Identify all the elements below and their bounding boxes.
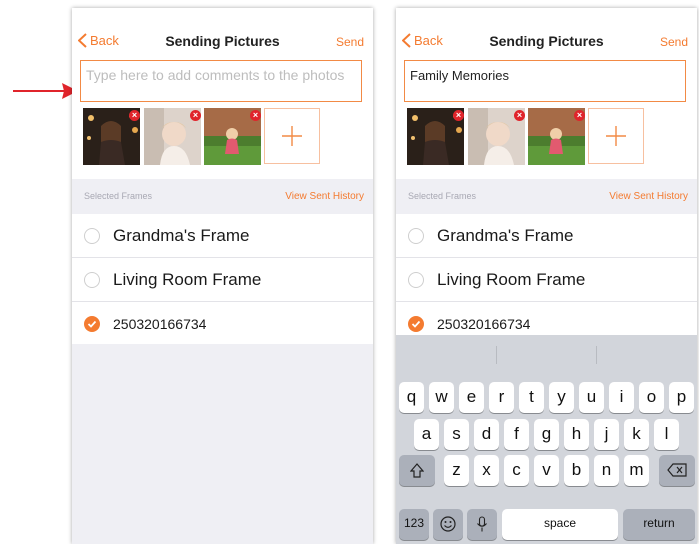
view-sent-history-link[interactable]: View Sent History [609, 191, 688, 202]
backspace-icon [667, 463, 687, 477]
send-button[interactable]: Send [336, 35, 364, 49]
frame-name: Living Room Frame [437, 270, 586, 289]
key-t[interactable]: t [519, 382, 544, 413]
navigation-bar: Back Sending Pictures Send [396, 8, 697, 60]
comment-input[interactable]: Family Memories [404, 60, 686, 102]
shift-icon [409, 463, 425, 478]
photo-thumbnail[interactable]: × [83, 108, 140, 165]
frame-row[interactable]: Living Room Frame [72, 258, 373, 302]
key-f[interactable]: f [504, 419, 529, 450]
section-header: Selected Frames View Sent History [396, 179, 697, 214]
key-d[interactable]: d [474, 419, 499, 450]
key-w[interactable]: w [429, 382, 454, 413]
radio-unchecked-icon[interactable] [84, 228, 100, 244]
photo-thumbnail[interactable]: × [144, 108, 201, 165]
frame-row[interactable]: Living Room Frame [396, 258, 697, 302]
predictive-divider [596, 346, 597, 364]
frame-name: Grandma's Frame [437, 226, 574, 245]
key-k[interactable]: k [624, 419, 649, 450]
backspace-key[interactable] [659, 455, 695, 486]
radio-unchecked-icon[interactable] [408, 228, 424, 244]
key-v[interactable]: v [534, 455, 559, 486]
dictation-key[interactable] [467, 509, 497, 540]
plus-icon [606, 126, 626, 146]
emoji-icon [440, 516, 456, 532]
frame-row[interactable]: Grandma's Frame [72, 214, 373, 258]
return-key[interactable]: return [623, 509, 695, 540]
predictive-text-bar[interactable] [396, 335, 697, 372]
key-g[interactable]: g [534, 419, 559, 450]
space-key[interactable]: space [502, 509, 618, 540]
key-i[interactable]: i [609, 382, 634, 413]
key-m[interactable]: m [624, 455, 649, 486]
remove-photo-button[interactable]: × [574, 110, 585, 121]
key-p[interactable]: p [669, 382, 694, 413]
frame-name: 250320166734 [437, 316, 531, 332]
frame-name: Grandma's Frame [113, 226, 250, 245]
key-y[interactable]: y [549, 382, 574, 413]
key-a[interactable]: a [414, 419, 439, 450]
key-l[interactable]: l [654, 419, 679, 450]
view-sent-history-link[interactable]: View Sent History [285, 191, 364, 202]
radio-checked-icon[interactable] [408, 316, 424, 332]
section-header: Selected Frames View Sent History [72, 179, 373, 214]
photo-thumbnail[interactable]: × [204, 108, 261, 165]
send-button[interactable]: Send [660, 35, 688, 49]
key-x[interactable]: x [474, 455, 499, 486]
frame-row[interactable]: Grandma's Frame [396, 214, 697, 258]
add-photo-button[interactable] [264, 108, 320, 164]
microphone-icon [477, 516, 487, 532]
remove-photo-button[interactable]: × [190, 110, 201, 121]
key-c[interactable]: c [504, 455, 529, 486]
comment-input[interactable]: Type here to add comments to the photos [80, 60, 362, 102]
radio-unchecked-icon[interactable] [408, 272, 424, 288]
key-u[interactable]: u [579, 382, 604, 413]
shift-key[interactable] [399, 455, 435, 486]
remove-photo-button[interactable]: × [453, 110, 464, 121]
key-b[interactable]: b [564, 455, 589, 486]
photo-thumbnail[interactable]: × [468, 108, 525, 165]
frame-row[interactable]: 250320166734 [396, 302, 697, 338]
numbers-key[interactable]: 123 [399, 509, 429, 540]
add-photo-button[interactable] [588, 108, 644, 164]
remove-photo-button[interactable]: × [514, 110, 525, 121]
section-label: Selected Frames [408, 191, 477, 201]
remove-photo-button[interactable]: × [250, 110, 261, 121]
key-q[interactable]: q [399, 382, 424, 413]
key-z[interactable]: z [444, 455, 469, 486]
key-j[interactable]: j [594, 419, 619, 450]
left-screen: Back Sending Pictures Send Type here to … [72, 8, 373, 544]
frame-name: 250320166734 [113, 316, 207, 332]
predictive-divider [496, 346, 497, 364]
page-title: Sending Pictures [489, 33, 604, 49]
right-screen: Back Sending Pictures Send Family Memori… [396, 8, 697, 544]
remove-photo-button[interactable]: × [129, 110, 140, 121]
frame-row[interactable]: 250320166734 [72, 302, 373, 346]
radio-checked-icon[interactable] [84, 316, 100, 332]
key-o[interactable]: o [639, 382, 664, 413]
page-title: Sending Pictures [165, 33, 280, 49]
emoji-key[interactable] [433, 509, 463, 540]
key-e[interactable]: e [459, 382, 484, 413]
radio-unchecked-icon[interactable] [84, 272, 100, 288]
key-n[interactable]: n [594, 455, 619, 486]
key-s[interactable]: s [444, 419, 469, 450]
annotation-arrow [13, 83, 78, 99]
section-label: Selected Frames [84, 191, 153, 201]
empty-background [72, 344, 373, 544]
photo-thumbnail[interactable]: × [528, 108, 585, 165]
plus-icon [282, 126, 302, 146]
key-h[interactable]: h [564, 419, 589, 450]
on-screen-keyboard: qwertyuiop asdfghjkl zxcvbnm 123 space r… [396, 335, 697, 544]
photo-thumbnail[interactable]: × [407, 108, 464, 165]
frame-name: Living Room Frame [113, 270, 262, 289]
key-r[interactable]: r [489, 382, 514, 413]
navigation-bar: Back Sending Pictures Send [72, 8, 373, 60]
